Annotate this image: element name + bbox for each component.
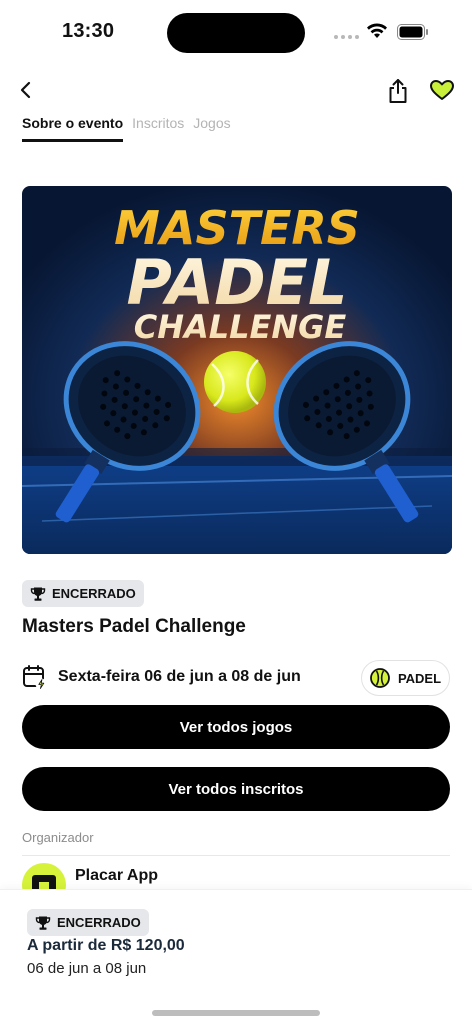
organizer-label: Organizador	[22, 830, 94, 845]
event-tabs: Sobre o evento Inscritos Jogos	[22, 114, 231, 144]
status-bar: 13:30	[0, 0, 472, 60]
calendar-icon	[23, 665, 47, 690]
heart-icon	[430, 80, 454, 100]
status-badge: ENCERRADO	[22, 580, 144, 607]
status-badge-label: ENCERRADO	[52, 586, 136, 601]
chevron-left-icon	[20, 81, 31, 99]
price-text: A partir de R$ 120,00	[27, 937, 185, 954]
event-date-row: Sexta-feira 06 de jun a 08 de jun	[22, 664, 301, 690]
trophy-icon	[30, 587, 46, 601]
tab-inscritos[interactable]: Inscritos	[132, 114, 184, 142]
tab-sobre-o-evento[interactable]: Sobre o evento	[22, 114, 124, 142]
event-banner-image: MASTERS PADEL CHALLENGE	[22, 186, 452, 554]
trophy-icon	[35, 916, 51, 930]
wifi-icon	[366, 22, 388, 45]
tab-jogos[interactable]: Jogos	[193, 114, 230, 142]
sport-chip: PADEL	[361, 660, 450, 696]
share-icon	[389, 79, 407, 103]
banner-title-line3: CHALLENGE	[134, 308, 347, 346]
organizer-name[interactable]: Placar App	[75, 867, 158, 885]
top-navigation	[0, 70, 472, 110]
cellular-signal-icon	[334, 35, 359, 39]
dynamic-island	[167, 13, 305, 53]
event-date-text: Sexta-feira 06 de jun a 08 de jun	[58, 668, 301, 685]
padel-ball-icon	[370, 668, 390, 688]
back-button[interactable]	[12, 76, 40, 104]
footer-status-badge-label: ENCERRADO	[57, 915, 141, 930]
footer-status-badge: ENCERRADO	[27, 909, 149, 936]
event-title: Masters Padel Challenge	[22, 616, 246, 637]
divider	[22, 855, 450, 856]
favorite-button[interactable]	[427, 76, 457, 104]
battery-icon	[397, 24, 429, 40]
view-all-registrations-button[interactable]: Ver todos inscritos	[22, 767, 450, 811]
status-time: 13:30	[62, 20, 115, 42]
bottom-summary-bar: ENCERRADO A partir de R$ 120,00 06 de ju…	[0, 889, 472, 1024]
view-all-games-button[interactable]: Ver todos jogos	[22, 705, 450, 749]
share-button[interactable]	[384, 76, 412, 106]
footer-dates: 06 de jun a 08 jun	[27, 960, 147, 977]
sport-chip-label: PADEL	[397, 670, 442, 686]
home-indicator[interactable]	[152, 1010, 320, 1016]
